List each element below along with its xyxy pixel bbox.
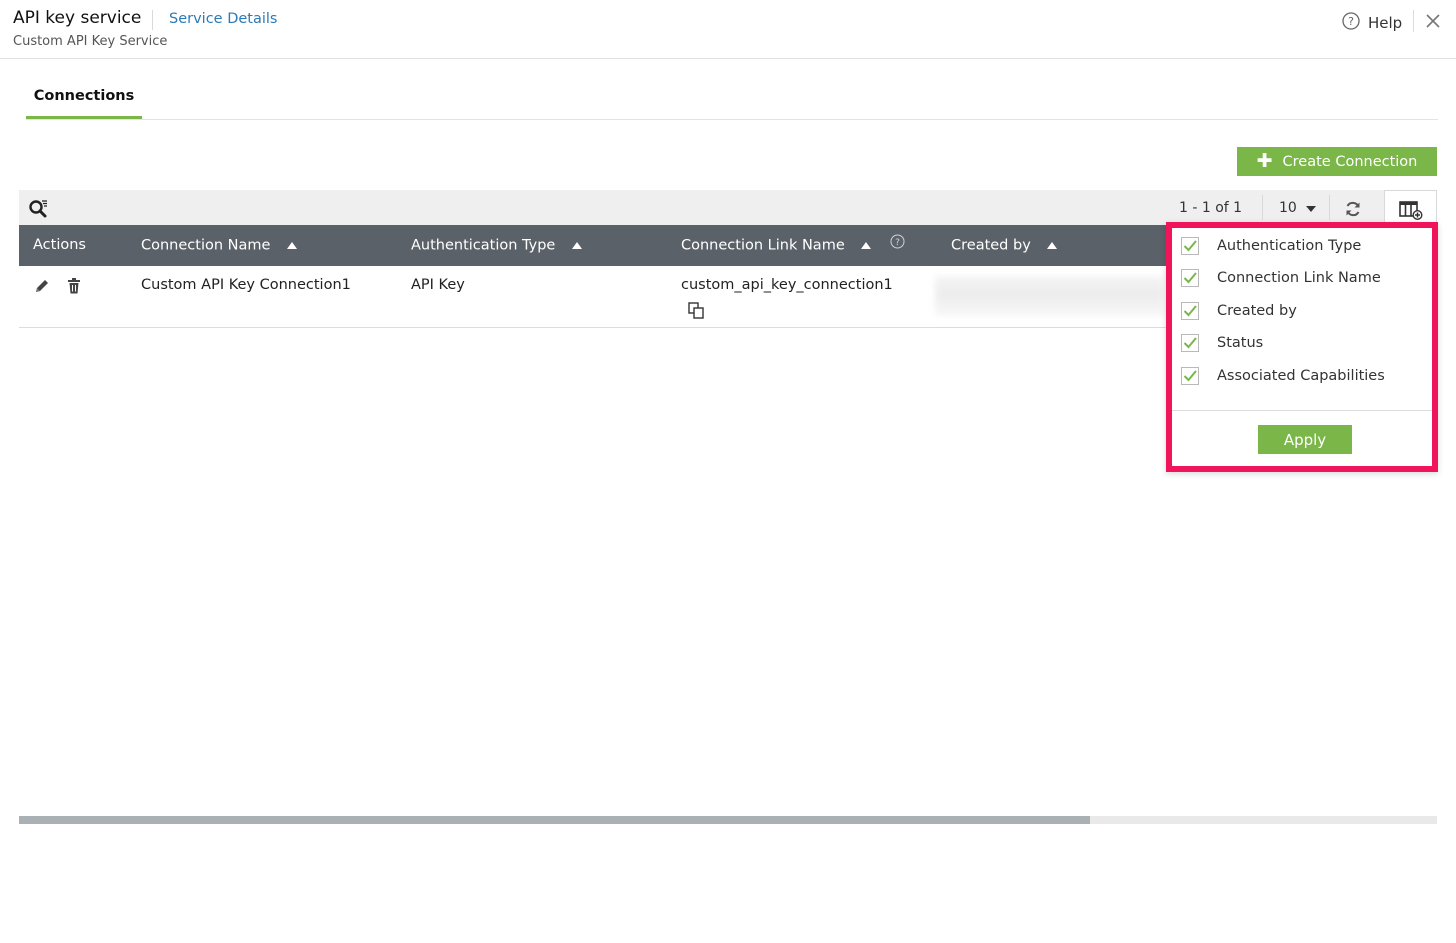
column-option-label: Created by: [1217, 303, 1297, 319]
column-header-created-by[interactable]: Created by: [951, 225, 1058, 266]
service-subtitle: Custom API Key Service: [13, 34, 168, 49]
tab-bar-line: [26, 119, 1438, 120]
delete-icon[interactable]: [67, 278, 81, 294]
column-header-connection-name[interactable]: Connection Name: [141, 225, 298, 266]
cell-connection-name: Custom API Key Connection1: [141, 277, 351, 293]
copy-icon[interactable]: [688, 302, 706, 320]
column-option-created-by[interactable]: Created by: [1181, 300, 1297, 322]
column-header-label: Connection Link Name: [681, 237, 845, 254]
checkbox-checked[interactable]: [1181, 302, 1199, 320]
tab-connections-label: Connections: [33, 88, 135, 104]
column-header-label: Created by: [951, 237, 1031, 254]
apply-button[interactable]: Apply: [1258, 425, 1352, 454]
header-divider: [1413, 10, 1414, 32]
chevron-down-icon: [1306, 200, 1317, 216]
column-header-label: Connection Name: [141, 237, 271, 254]
horizontal-scrollbar-thumb[interactable]: [19, 816, 1090, 824]
toolbar-divider: [1329, 195, 1330, 220]
column-header-label: Authentication Type: [411, 237, 556, 254]
checkbox-checked[interactable]: [1181, 237, 1199, 255]
column-header-label: Actions: [33, 237, 86, 253]
plus-icon: ✚: [1256, 149, 1273, 172]
column-option-authentication-type[interactable]: Authentication Type: [1181, 235, 1361, 257]
refresh-icon[interactable]: [1343, 199, 1363, 219]
edit-icon[interactable]: [34, 278, 50, 294]
help-icon[interactable]: ?: [890, 225, 905, 266]
svg-text:?: ?: [895, 238, 900, 248]
column-header-authentication-type[interactable]: Authentication Type: [411, 225, 582, 266]
cell-created-by-redacted: [935, 276, 1165, 316]
close-icon[interactable]: [1424, 12, 1442, 30]
sort-ascending-icon: [571, 225, 582, 266]
pagination-info: 1 - 1 of 1: [1179, 200, 1243, 216]
create-connection-button[interactable]: ✚ Create Connection: [1237, 147, 1437, 176]
sort-ascending-icon: [1047, 225, 1058, 266]
toolbar-divider: [1262, 195, 1263, 220]
column-header-connection-link-name[interactable]: Connection Link Name ?: [681, 225, 905, 266]
column-header-actions: Actions: [33, 225, 86, 266]
app-title: API key service: [13, 8, 142, 28]
page-size-value: 10: [1279, 200, 1297, 216]
search-icon[interactable]: [27, 197, 49, 219]
column-option-label: Associated Capabilities: [1217, 368, 1385, 384]
sort-ascending-icon: [287, 225, 298, 266]
help-icon: ?: [1342, 12, 1360, 34]
column-settings-button[interactable]: [1384, 190, 1437, 225]
help-label: Help: [1368, 14, 1403, 32]
help-button[interactable]: ? Help: [1342, 12, 1402, 34]
column-option-label: Connection Link Name: [1217, 270, 1381, 286]
svg-text:?: ?: [1348, 15, 1354, 28]
column-option-associated-capabilities[interactable]: Associated Capabilities: [1181, 365, 1385, 387]
cell-connection-link-name: custom_api_key_connection1: [681, 277, 893, 293]
create-connection-label: Create Connection: [1282, 153, 1418, 170]
sort-ascending-icon: [861, 225, 872, 266]
page-size-select[interactable]: 10: [1279, 200, 1317, 216]
checkbox-checked[interactable]: [1181, 367, 1199, 385]
panel-divider: [1172, 410, 1432, 411]
cell-authentication-type: API Key: [411, 277, 465, 293]
column-option-label: Authentication Type: [1217, 238, 1362, 254]
column-option-connection-link-name[interactable]: Connection Link Name: [1181, 267, 1381, 289]
column-option-status[interactable]: Status: [1181, 332, 1263, 354]
checkbox-checked[interactable]: [1181, 269, 1199, 287]
header-separator: [0, 58, 1456, 59]
checkbox-checked[interactable]: [1181, 334, 1199, 352]
title-divider: [152, 10, 153, 30]
service-details-link[interactable]: Service Details: [169, 11, 277, 27]
column-option-label: Status: [1217, 335, 1264, 351]
